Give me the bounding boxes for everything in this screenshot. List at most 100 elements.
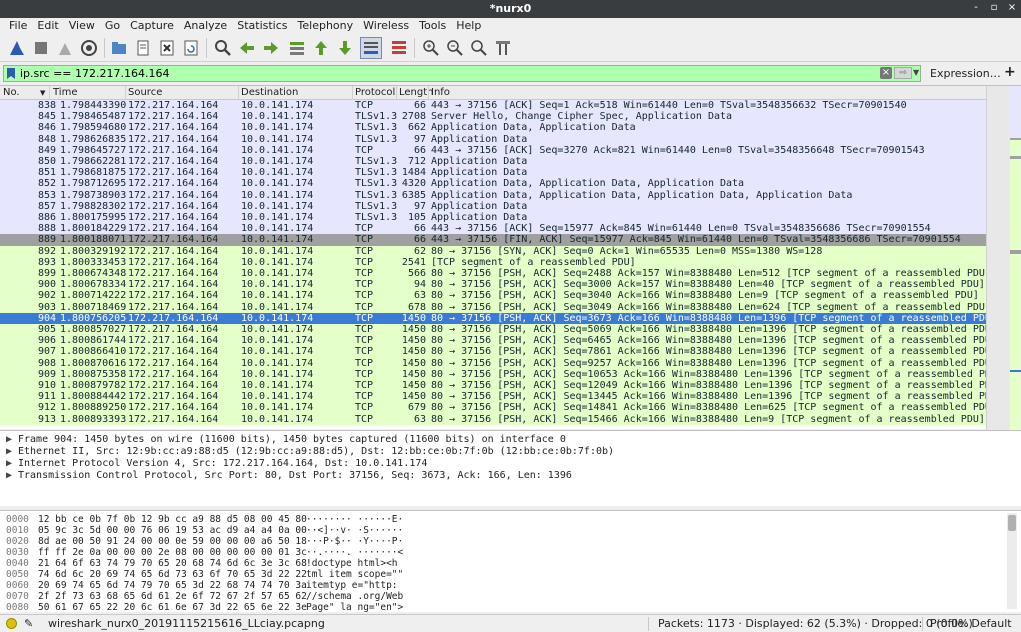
menu-help[interactable]: Help — [451, 18, 486, 34]
packet-row[interactable]: 902 1.800714222 172.217.164.164 10.0.141.17… — [0, 290, 986, 302]
menu-wireless[interactable]: Wireless — [358, 18, 414, 34]
close-button[interactable]: × — [1007, 2, 1017, 13]
save-file-button[interactable] — [132, 37, 154, 59]
go-forward-button[interactable] — [260, 37, 282, 59]
expand-arrow-icon[interactable]: ▶ — [6, 446, 18, 458]
packet-row[interactable]: 906 1.800861744 172.217.164.164 10.0.141.17… — [0, 335, 986, 347]
scrollbar-trough[interactable] — [987, 86, 1011, 430]
capture-comment-icon[interactable]: ✎ — [24, 617, 33, 630]
packet-length: 662 — [407, 122, 426, 134]
menu-view[interactable]: View — [64, 18, 100, 34]
zoom-in-button[interactable] — [420, 37, 442, 59]
filter-history-dropdown[interactable]: ▼ — [913, 68, 919, 77]
menu-telephony[interactable]: Telephony — [293, 18, 359, 34]
bookmark-icon[interactable] — [6, 67, 16, 80]
last-packet-button[interactable] — [334, 37, 356, 59]
apply-filter-button[interactable]: ⇨ — [894, 67, 912, 79]
stop-capture-button[interactable] — [30, 37, 52, 59]
go-back-button[interactable] — [236, 37, 258, 59]
column-destination[interactable]: Destination — [241, 87, 298, 98]
packet-time: 1.800861744 — [60, 335, 127, 347]
menu-capture[interactable]: Capture — [125, 18, 179, 34]
packet-row[interactable]: 911 1.800884442 172.217.164.164 10.0.141.17… — [0, 391, 986, 403]
column-time[interactable]: Time — [53, 87, 77, 98]
packet-row[interactable]: 851 1.798681875 172.217.164.164 10.0.141.17… — [0, 167, 986, 179]
packet-row[interactable]: 838 1.798443390 172.217.164.164 10.0.141.17… — [0, 100, 986, 112]
resize-columns-button[interactable] — [492, 37, 514, 59]
capture-options-button[interactable] — [78, 37, 100, 59]
packet-row[interactable]: 848 1.798626835 172.217.164.164 10.0.141.17… — [0, 133, 986, 145]
packet-list-scrollbar[interactable] — [986, 86, 1021, 430]
expand-arrow-icon[interactable]: ▶ — [6, 434, 18, 446]
detail-ipv4[interactable]: ▶ Internet Protocol Version 4, Src: 172.2… — [6, 458, 427, 470]
packet-time: 1.798738903 — [60, 189, 127, 201]
find-packet-button[interactable] — [212, 37, 234, 59]
packet-row[interactable]: 852 1.798712695 172.217.164.164 10.0.141.17… — [0, 178, 986, 190]
packet-row[interactable]: 913 1.800893393 172.217.164.164 10.0.141.17… — [0, 413, 986, 425]
detail-tcp[interactable]: ▶ Transmission Control Protocol, Src Port… — [6, 470, 572, 482]
menu-file[interactable]: File — [4, 18, 32, 34]
packet-row[interactable]: 908 1.800870616 172.217.164.164 10.0.141.17… — [0, 357, 986, 369]
expert-info-led-icon[interactable] — [6, 618, 17, 629]
packet-row[interactable]: 889 1.800188071 172.217.164.164 10.0.141.17… — [0, 234, 986, 246]
zoom-out-button[interactable] — [444, 37, 466, 59]
maximize-button[interactable]: ▫ — [989, 2, 999, 13]
bytes-scrollbar[interactable] — [1007, 513, 1017, 609]
packet-row[interactable]: 912 1.800889250 172.217.164.164 10.0.141.17… — [0, 402, 986, 414]
menu-edit[interactable]: Edit — [32, 18, 63, 34]
packet-row[interactable]: 857 1.798828302 172.217.164.164 10.0.141.17… — [0, 200, 986, 212]
packet-protocol: TCP — [355, 268, 374, 279]
packet-row[interactable]: 888 1.800184229 172.217.164.164 10.0.141.17… — [0, 223, 986, 235]
packet-row[interactable]: 892 1.800329192 172.217.164.164 10.0.141.17… — [0, 245, 986, 257]
menu-go[interactable]: Go — [100, 18, 125, 34]
close-file-button[interactable] — [156, 37, 178, 59]
menu-statistics[interactable]: Statistics — [232, 18, 292, 34]
packet-minimap[interactable] — [1010, 86, 1021, 430]
first-packet-button[interactable] — [310, 37, 332, 59]
detail-frame[interactable]: ▶ Frame 904: 1450 bytes on wire (11600 bi… — [6, 434, 566, 446]
packet-row[interactable]: 893 1.800333453 172.217.164.164 10.0.141.17… — [0, 256, 986, 268]
detail-ethernet[interactable]: ▶ Ethernet II, Src: 12:9b:cc:a9:88:d5 (12… — [6, 446, 614, 458]
go-to-packet-button[interactable] — [286, 37, 308, 59]
auto-scroll-button[interactable] — [360, 37, 382, 59]
add-filter-button[interactable]: + — [1004, 64, 1016, 80]
display-filter-input[interactable] — [20, 66, 860, 81]
packet-row[interactable]: 907 1.800866410 172.217.164.164 10.0.141.17… — [0, 346, 986, 358]
packet-row[interactable]: 846 1.798594680 172.217.164.164 10.0.141.17… — [0, 122, 986, 134]
packet-no: 853 — [37, 189, 56, 201]
menu-tools[interactable]: Tools — [414, 18, 451, 34]
packet-row[interactable]: 909 1.800875358 172.217.164.164 10.0.141.17… — [0, 368, 986, 380]
colorize-button[interactable] — [388, 37, 410, 59]
reload-file-button[interactable] — [180, 37, 202, 59]
packet-row[interactable]: 903 1.800718469 172.217.164.164 10.0.141.17… — [0, 301, 986, 313]
packet-row[interactable]: 905 1.800857027 172.217.164.164 10.0.141.17… — [0, 324, 986, 336]
packet-row[interactable]: 886 1.800175995 172.217.164.164 10.0.141.17… — [0, 212, 986, 224]
column-info[interactable]: Info — [431, 87, 450, 98]
status-profile[interactable]: Profile: Default — [930, 617, 1012, 630]
packet-row[interactable]: 849 1.798645727 172.217.164.164 10.0.141.17… — [0, 144, 986, 156]
open-file-button[interactable] — [108, 37, 130, 59]
packet-row[interactable]: 899 1.800674348 172.217.164.164 10.0.141.17… — [0, 268, 986, 280]
packet-row[interactable]: 845 1.798465487 172.217.164.164 10.0.141.17… — [0, 111, 986, 123]
minimize-button[interactable]: - — [971, 2, 981, 13]
packet-row[interactable]: 853 1.798738903 172.217.164.164 10.0.141.17… — [0, 189, 986, 201]
menu-analyze[interactable]: Analyze — [179, 18, 232, 34]
clear-filter-button[interactable]: × — [880, 67, 892, 79]
expand-arrow-icon[interactable]: ▶ — [6, 458, 18, 470]
restart-capture-button[interactable] — [54, 37, 76, 59]
expression-button[interactable]: Expression… — [930, 67, 1001, 80]
column-protocol[interactable]: Protocol — [355, 87, 395, 98]
packet-row[interactable]: 850 1.798662281 172.217.164.164 10.0.141.17… — [0, 156, 986, 168]
packet-row[interactable]: 910 1.800879782 172.217.164.164 10.0.141.17… — [0, 380, 986, 392]
column-source[interactable]: Source — [128, 87, 162, 98]
packet-source: 172.217.164.164 — [128, 268, 219, 279]
start-capture-button[interactable] — [6, 37, 28, 59]
packet-no: 851 — [37, 167, 56, 179]
packet-row[interactable]: 904 1.800756205 172.217.164.164 10.0.141.17… — [0, 312, 986, 324]
packet-source: 172.217.164.164 — [128, 245, 219, 257]
column-no[interactable]: No. — [3, 87, 20, 98]
packet-info: 80 → 37156 [PSH, ACK] Seq=5069 Ack=166 W… — [431, 324, 986, 335]
packet-row[interactable]: 900 1.800678334 172.217.164.164 10.0.141.17… — [0, 279, 986, 291]
expand-arrow-icon[interactable]: ▶ — [6, 470, 18, 482]
normal-size-button[interactable] — [468, 37, 490, 59]
